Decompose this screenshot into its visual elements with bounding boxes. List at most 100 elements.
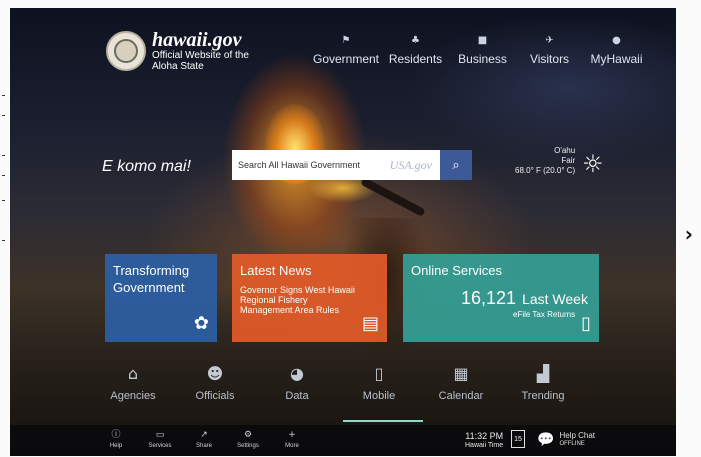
- site-tagline-line-1: Official Website of the: [152, 50, 249, 61]
- nav-label: MyHawaii: [590, 52, 643, 66]
- tile-title: Transforming: [113, 263, 190, 278]
- nav-government[interactable]: ⚑ Government: [310, 34, 382, 66]
- mobile-icon: ▯: [374, 364, 384, 383]
- quicklink-label: Data: [285, 390, 309, 402]
- pie-icon: ◕: [290, 364, 304, 383]
- help-chat-text: Help Chat OFFLINE: [559, 432, 595, 448]
- nav-label: Business: [458, 52, 507, 66]
- quicklink-label: Mobile: [362, 390, 396, 402]
- main-nav: ⚑ Government ♣ Residents ■ Business ✈ Vi…: [310, 34, 650, 66]
- stat-period: Last Week: [522, 291, 588, 307]
- people-icon: ☻: [206, 364, 224, 383]
- chat-bubble-icon: 💬: [537, 432, 555, 448]
- calendar-icon: ▦: [453, 364, 469, 383]
- info-icon: ⓘ: [111, 430, 121, 440]
- weather-condition: Fair: [561, 156, 576, 165]
- quicklink-label: Calendar: [438, 390, 484, 402]
- quicklink-officials[interactable]: ☻ Officials: [174, 364, 256, 402]
- online-services-stat: 16,121 Last Week: [461, 288, 588, 309]
- tile-title: Latest News: [240, 263, 312, 278]
- bottom-settings-button[interactable]: ⚙ Settings: [228, 429, 268, 449]
- tile-title: Online Services: [411, 263, 503, 278]
- next-arrow-icon[interactable]: ›: [685, 222, 693, 246]
- site-name: hawaii.gov: [152, 29, 242, 51]
- page-edge-mark: [2, 200, 5, 201]
- monitor-icon: ▭: [155, 430, 165, 440]
- search-icon: ⌕: [452, 157, 460, 173]
- quicklink-label: Agencies: [110, 390, 156, 402]
- news-headline[interactable]: Governor Signs West Hawaii Regional Fish…: [240, 285, 358, 315]
- page-edge-mark: [2, 240, 5, 241]
- sun-icon: ☼: [582, 150, 604, 178]
- flag-icon: ⚑: [341, 35, 351, 46]
- search-bar: USA.gov ⌕: [232, 150, 472, 180]
- bottom-label: More: [285, 443, 299, 449]
- bottom-label: Settings: [237, 443, 259, 449]
- bottom-label: Share: [195, 443, 212, 449]
- page-edge-mark: [2, 95, 5, 96]
- nav-label: Government: [312, 52, 380, 66]
- bottom-help-button[interactable]: ⓘ Help: [96, 429, 136, 449]
- hawaii-clock: 11:32 PM Hawaii Time: [465, 432, 503, 450]
- bottom-toolbar: ⓘ Help ▭ Services ↗ Share ⚙ Settings + M…: [10, 425, 676, 456]
- usagov-logo: USA.gov: [389, 157, 432, 172]
- help-chat-status: OFFLINE: [559, 441, 585, 447]
- residents-icon: ♣: [411, 35, 420, 46]
- tile-title: Government: [113, 280, 185, 295]
- nav-residents[interactable]: ♣ Residents: [382, 34, 449, 66]
- page-edge-mark: [2, 115, 5, 116]
- help-chat-button[interactable]: 💬 Help Chat OFFLINE: [537, 432, 595, 449]
- quicklink-calendar[interactable]: ▦ Calendar: [420, 364, 502, 402]
- state-seal-icon: [106, 31, 146, 71]
- site-tagline-line-2: Aloha State: [152, 61, 204, 72]
- chart-icon: ▟: [536, 364, 550, 383]
- page-edge-mark: [2, 155, 5, 156]
- newspaper-icon: ▤: [361, 313, 379, 334]
- nav-myhawaii[interactable]: ● MyHawaii: [583, 34, 650, 66]
- weather-widget[interactable]: O'ahu Fair 68.0° F (20.0° C): [515, 146, 575, 176]
- weather-temperature: 68.0° F (20.0° C): [515, 166, 576, 175]
- bottom-services-button[interactable]: ▭ Services: [140, 429, 180, 449]
- quicklink-data[interactable]: ◕ Data: [256, 364, 338, 402]
- nav-business[interactable]: ■ Business: [449, 34, 516, 66]
- transforming-government-tile[interactable]: Transforming Government ✿: [105, 254, 217, 342]
- hibiscus-icon: ✿: [193, 313, 209, 334]
- clock-time: 11:32 PM: [465, 431, 504, 441]
- bottom-label: Services: [148, 443, 172, 449]
- quicklink-label: Officials: [195, 390, 235, 402]
- share-icon: ↗: [200, 430, 208, 440]
- gear-icon: ⚙: [243, 430, 253, 440]
- quick-links: ⌂ Agencies ☻ Officials ◕ Data ▯ Mobile ▦…: [92, 364, 584, 402]
- person-icon: ●: [612, 35, 621, 46]
- briefcase-icon: ■: [477, 35, 488, 46]
- bottom-more-button[interactable]: + More: [272, 429, 312, 449]
- plus-icon: +: [288, 430, 296, 440]
- page-edge-mark: [2, 175, 5, 176]
- hawaii-gov-homepage: hawaii.gov Official Website of the Aloha…: [10, 8, 676, 456]
- active-link-indicator: [343, 420, 423, 422]
- nav-visitors[interactable]: ✈ Visitors: [516, 34, 583, 66]
- nav-label: Residents: [388, 52, 443, 66]
- search-button[interactable]: ⌕: [440, 150, 472, 180]
- latest-news-tile[interactable]: Latest News Governor Signs West Hawaii R…: [232, 254, 387, 342]
- photo-page: › hawaii.gov Official Website of the Alo…: [0, 0, 701, 457]
- nav-label: Visitors: [529, 52, 570, 66]
- help-chat-label: Help Chat: [559, 431, 596, 440]
- welcome-greeting: E komo mai!: [102, 158, 191, 175]
- stat-description: eFile Tax Returns: [513, 310, 576, 319]
- calendar-day-icon[interactable]: 15: [511, 430, 525, 448]
- tablet-icon: ▯: [581, 313, 591, 334]
- building-icon: ⌂: [127, 364, 139, 383]
- stat-count: 16,121: [461, 288, 517, 308]
- quicklink-trending[interactable]: ▟ Trending: [502, 364, 584, 402]
- bottom-label: Help: [109, 443, 123, 449]
- weather-location: O'ahu: [554, 146, 576, 155]
- site-brand[interactable]: hawaii.gov Official Website of the Aloha…: [106, 30, 249, 72]
- clock-timezone: Hawaii Time: [465, 442, 504, 449]
- quicklink-mobile[interactable]: ▯ Mobile: [338, 364, 420, 402]
- search-input[interactable]: [232, 150, 390, 180]
- brand-text: hawaii.gov Official Website of the Aloha…: [152, 30, 249, 72]
- bottom-share-button[interactable]: ↗ Share: [184, 429, 224, 449]
- online-services-tile[interactable]: Online Services 16,121 Last Week eFile T…: [403, 254, 599, 342]
- quicklink-agencies[interactable]: ⌂ Agencies: [92, 364, 174, 402]
